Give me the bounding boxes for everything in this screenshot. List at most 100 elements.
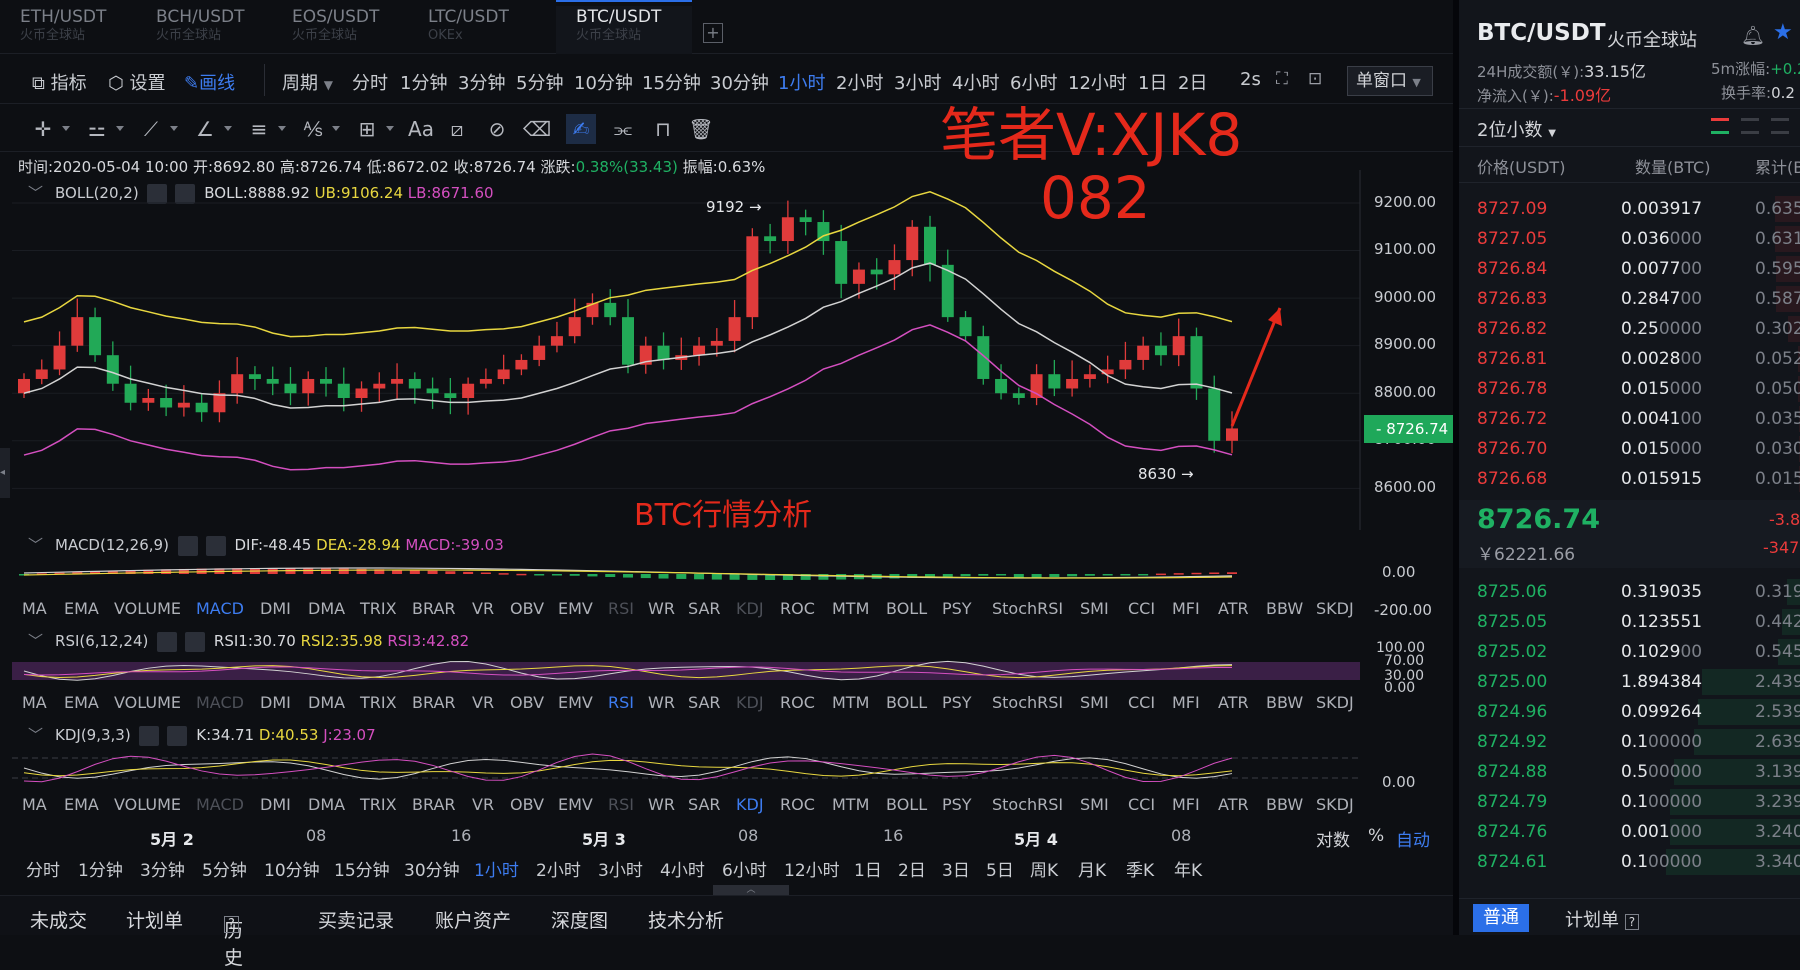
tab-trades[interactable]: 买卖记录 — [318, 906, 394, 933]
indicator-option[interactable]: EMA — [64, 599, 99, 618]
indicator-option[interactable]: BOLL — [886, 693, 927, 712]
bid-row[interactable]: 8724.79 0.100000 3.2391 — [1459, 787, 1800, 817]
indicator-option[interactable]: ROC — [780, 795, 815, 814]
indicator-option[interactable]: DMI — [260, 795, 291, 814]
indicator-option[interactable]: SKDJ — [1316, 599, 1354, 618]
indicator-option[interactable]: WR — [648, 795, 675, 814]
indicator-option[interactable]: KDJ — [736, 599, 764, 618]
chevron-down-icon[interactable] — [332, 126, 340, 131]
tab-normal-order[interactable]: 普通 — [1473, 904, 1529, 932]
settings-button[interactable]: ⬡ 设置 — [108, 69, 165, 95]
bid-row[interactable]: 8725.06 0.319035 0.3190 — [1459, 577, 1800, 607]
indicator-option[interactable]: MACD — [196, 599, 244, 618]
ask-row[interactable]: 8726.82 0.250000 0.3028 — [1459, 314, 1800, 344]
indicator-option[interactable]: TRIX — [360, 599, 397, 618]
indicator-option[interactable]: WR — [648, 599, 675, 618]
bottom-period-option[interactable]: 2日 — [898, 856, 926, 881]
bid-row[interactable]: 8724.88 0.500000 3.1391 — [1459, 757, 1800, 787]
indicator-option[interactable]: RSI — [608, 599, 634, 618]
trend-tool-icon[interactable]: ⟋ — [136, 114, 166, 144]
indicator-option[interactable]: BBW — [1266, 693, 1303, 712]
indicator-option[interactable]: StochRSI — [992, 795, 1063, 814]
period-option[interactable]: 30分钟 — [710, 69, 769, 95]
ask-row[interactable]: 8726.78 0.015000 0.0500 — [1459, 374, 1800, 404]
bottom-period-option[interactable]: 月K — [1078, 856, 1106, 881]
bottom-period-option[interactable]: 5日 — [986, 856, 1014, 881]
period-option[interactable]: 5分钟 — [516, 69, 563, 95]
chevron-down-icon[interactable] — [278, 126, 286, 131]
tab-ltc[interactable]: LTC/USDT OKEx — [408, 6, 544, 54]
bottom-period-option[interactable]: 分时 — [26, 856, 60, 881]
chevron-down-icon[interactable] — [224, 126, 232, 131]
indicator-option[interactable]: MACD — [196, 795, 244, 814]
hide-icon[interactable]: ⊘ — [482, 114, 512, 144]
bottom-period-option[interactable]: 3小时 — [598, 856, 643, 881]
indicator-option[interactable]: SKDJ — [1316, 693, 1354, 712]
tab-bch[interactable]: BCH/USDT 火币全球站 — [136, 6, 272, 54]
indicator-option[interactable]: DMA — [308, 795, 345, 814]
bottom-period-option[interactable]: 5分钟 — [202, 856, 247, 881]
indicator-option[interactable]: EMA — [64, 795, 99, 814]
indicator-option[interactable]: VOLUME — [114, 599, 181, 618]
indicator-option[interactable]: BRAR — [412, 599, 456, 618]
tab-plan-orders[interactable]: 计划单 — [126, 906, 183, 933]
indicator-option[interactable]: MTM — [832, 599, 869, 618]
pattern-tool-icon[interactable]: ⧄ — [442, 114, 472, 144]
ask-row[interactable]: 8726.84 0.007700 0.5952 — [1459, 254, 1800, 284]
chevron-down-icon[interactable]: ﹀ — [28, 536, 43, 554]
period-option[interactable]: 1分钟 — [400, 69, 447, 95]
indicator-option[interactable]: BRAR — [412, 693, 456, 712]
window-mode-select[interactable]: 单窗口 ▼ — [1347, 66, 1433, 96]
indicator-option[interactable]: EMV — [558, 693, 593, 712]
layout-asks-icon[interactable] — [1771, 118, 1789, 134]
indicator-option[interactable]: EMV — [558, 795, 593, 814]
bell-icon[interactable]: 🔔︎ — [1741, 24, 1765, 47]
indicator-option[interactable]: KDJ — [736, 693, 764, 712]
bottom-period-option[interactable]: 1分钟 — [78, 856, 123, 881]
indicator-option[interactable]: CCI — [1128, 795, 1155, 814]
indicator-option[interactable]: StochRSI — [992, 599, 1063, 618]
help-icon[interactable]: ? — [1624, 914, 1640, 930]
magnet-icon[interactable]: ⫘ — [608, 114, 638, 144]
indicator-option[interactable]: MACD — [196, 693, 244, 712]
indicator-option[interactable]: RSI — [608, 795, 634, 814]
indicator-option[interactable]: ATR — [1218, 693, 1249, 712]
bottom-period-option[interactable]: 季K — [1126, 856, 1154, 881]
line-tool-icon[interactable]: ⚍ — [82, 114, 112, 144]
ask-row[interactable]: 8727.05 0.036000 0.6312 — [1459, 224, 1800, 254]
indicator-option[interactable]: BOLL — [886, 795, 927, 814]
close-icon[interactable] — [185, 631, 206, 652]
chevron-down-icon[interactable]: ﹀ — [28, 726, 43, 744]
tab-plan-order[interactable]: 计划单 ? — [1565, 906, 1640, 932]
bottom-period-option[interactable]: 4小时 — [660, 856, 705, 881]
tab-depth[interactable]: 深度图 — [551, 906, 608, 933]
indicator-option[interactable]: MFI — [1172, 599, 1200, 618]
bottom-period-option[interactable]: 15分钟 — [334, 856, 390, 881]
chevron-down-icon[interactable] — [170, 126, 178, 131]
layout-bids-icon[interactable] — [1741, 118, 1759, 134]
bottom-period-option[interactable]: 2小时 — [536, 856, 581, 881]
bid-row[interactable]: 8724.76 0.001000 3.2401 — [1459, 817, 1800, 847]
indicator-option[interactable]: PSY — [942, 795, 972, 814]
indicator-option[interactable]: WR — [648, 693, 675, 712]
bid-row[interactable]: 8725.05 0.123551 0.4425 — [1459, 607, 1800, 637]
period-option[interactable]: 15分钟 — [642, 69, 701, 95]
indicator-option[interactable]: CCI — [1128, 693, 1155, 712]
indicator-option[interactable]: BRAR — [412, 795, 456, 814]
indicator-option[interactable]: DMA — [308, 693, 345, 712]
period-option-active[interactable]: 1小时 — [778, 69, 825, 95]
bottom-period-option[interactable]: 3分钟 — [140, 856, 185, 881]
indicator-option[interactable]: DMI — [260, 693, 291, 712]
bid-row[interactable]: 8724.92 0.100000 2.6391 — [1459, 727, 1800, 757]
bid-row[interactable]: 8724.61 0.100000 3.3401 — [1459, 847, 1800, 877]
candlestick-chart[interactable] — [0, 170, 1453, 530]
star-icon[interactable]: ★ — [1773, 20, 1793, 45]
period-dropdown[interactable]: 周期 ▼ — [282, 69, 333, 95]
ask-row[interactable]: 8726.70 0.015000 0.0309 — [1459, 434, 1800, 464]
bottom-period-option[interactable]: 10分钟 — [264, 856, 320, 881]
help-icon[interactable]: ? — [224, 916, 239, 933]
indicator-option[interactable]: ATR — [1218, 599, 1249, 618]
indicator-option[interactable]: SAR — [688, 693, 721, 712]
tab-technical[interactable]: 技术分析 — [648, 906, 724, 933]
bid-row[interactable]: 8725.02 0.102900 0.5454 — [1459, 637, 1800, 667]
